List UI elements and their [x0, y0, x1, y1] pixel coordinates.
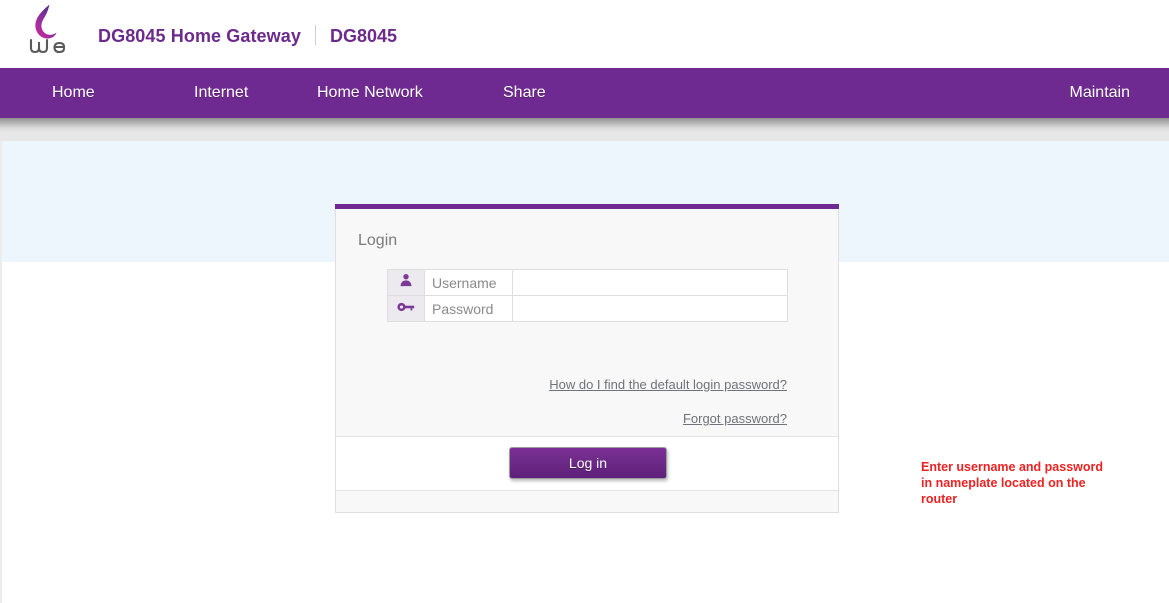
username-row: Username	[388, 270, 788, 296]
nav-item-home[interactable]: Home	[52, 84, 95, 102]
password-input-cell[interactable]	[513, 296, 788, 322]
page-header: DG8045 Home Gateway DG8045	[0, 0, 1169, 68]
login-form: Username Password	[387, 269, 788, 322]
key-icon	[397, 301, 415, 313]
page-content: Login Username	[0, 141, 1169, 603]
we-wordmark	[28, 36, 68, 56]
login-panel: Login Username	[335, 209, 839, 513]
password-label: Password	[425, 296, 513, 322]
username-label: Username	[425, 270, 513, 296]
page-title: DG8045 Home Gateway	[98, 26, 301, 47]
login-panel-title: Login	[358, 232, 397, 250]
password-row: Password	[388, 296, 788, 322]
login-panel-footer	[336, 490, 838, 512]
login-button[interactable]: Log in	[509, 447, 667, 479]
user-icon-cell	[388, 270, 425, 296]
nav-item-share[interactable]: Share	[503, 84, 546, 102]
user-icon	[399, 273, 413, 287]
nav-drop-shadow	[0, 118, 1169, 132]
login-panel-accent-bar	[335, 204, 839, 209]
brand-logo	[0, 0, 88, 68]
key-icon-cell	[388, 296, 425, 322]
nav-item-internet[interactable]: Internet	[194, 84, 248, 102]
title-divider	[315, 25, 316, 45]
main-navigation: Home Internet Home Network Share Maintai…	[0, 68, 1169, 118]
device-model: DG8045	[330, 26, 397, 47]
nav-item-home-network[interactable]: Home Network	[317, 84, 423, 102]
header-title-group: DG8045 Home Gateway DG8045	[98, 22, 397, 47]
password-input[interactable]	[513, 298, 787, 320]
nav-shadow-tail	[0, 132, 1169, 141]
instruction-annotation: Enter username and password in nameplate…	[921, 459, 1106, 507]
default-password-help-link[interactable]: How do I find the default login password…	[549, 377, 787, 392]
we-flame-icon	[30, 4, 60, 40]
nav-item-maintain[interactable]: Maintain	[1070, 84, 1130, 102]
username-input[interactable]	[513, 272, 787, 294]
username-input-cell[interactable]	[513, 270, 788, 296]
forgot-password-link[interactable]: Forgot password?	[683, 411, 787, 426]
